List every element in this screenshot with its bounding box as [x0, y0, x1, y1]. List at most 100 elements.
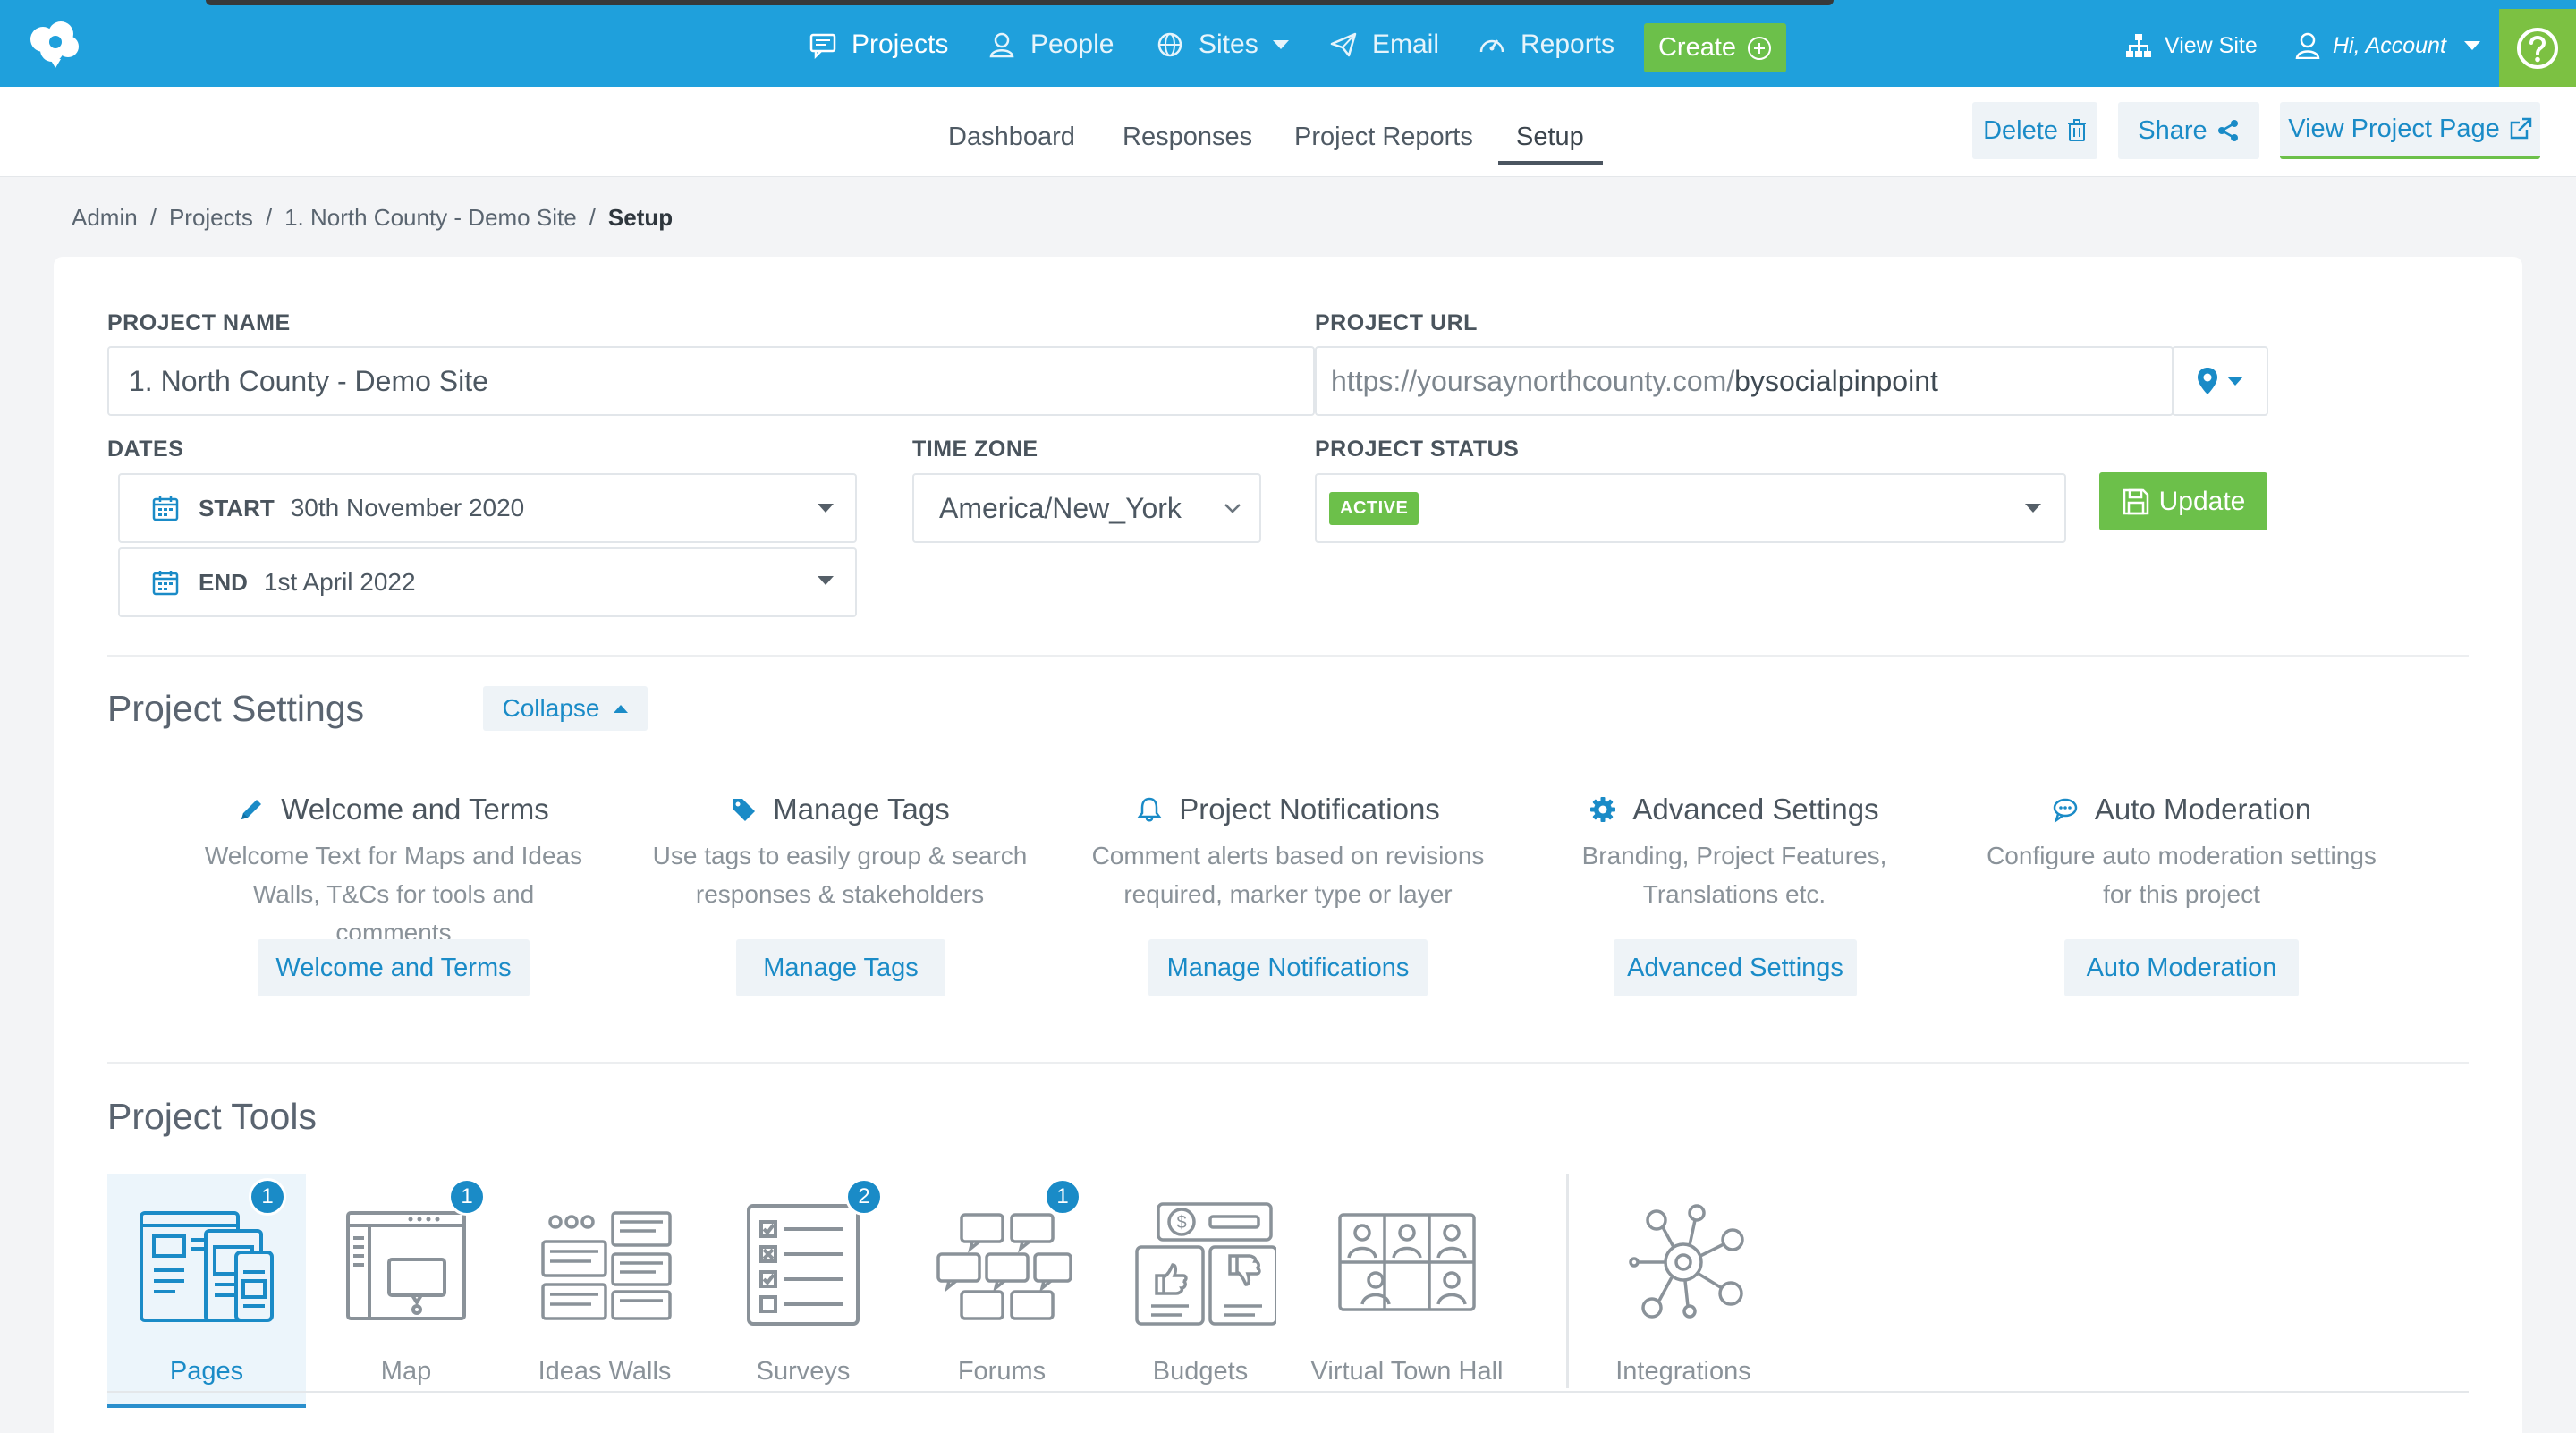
nav-email-label: Email	[1372, 30, 1440, 59]
url-prefix: https://yoursaynorthcounty.com/	[1331, 364, 1735, 397]
tool-ideas-walls[interactable]: Ideas Walls	[505, 1174, 704, 1408]
tab-dashboard[interactable]: Dashboard	[948, 123, 1075, 152]
integrations-network-icon	[1629, 1204, 1744, 1319]
share-icon	[2217, 120, 2238, 141]
nav-email[interactable]: Email	[1329, 25, 1439, 64]
url-location-dropdown[interactable]	[2172, 346, 2268, 416]
help-button[interactable]	[2499, 9, 2576, 87]
setting-desc: for this project	[2103, 880, 2260, 908]
tool-label: Map	[380, 1357, 432, 1386]
pages-icon	[140, 1211, 274, 1322]
pencil-icon	[242, 800, 262, 819]
nav-reports[interactable]: Reports	[1478, 25, 1614, 64]
ideas-wall-icon	[541, 1211, 672, 1320]
chevron-down-icon	[2463, 41, 2480, 50]
nav-projects-label: Projects	[852, 30, 949, 59]
tool-label: Ideas Walls	[538, 1357, 672, 1386]
paper-plane-icon	[1330, 32, 1357, 57]
breadcrumb-separator: /	[589, 204, 596, 231]
breadcrumb-projects[interactable]: Projects	[169, 204, 253, 232]
tools-divider	[1566, 1174, 1569, 1388]
tool-label: Integrations	[1615, 1357, 1751, 1386]
collapse-button[interactable]: Collapse	[483, 686, 648, 731]
timezone-label: TIME ZONE	[912, 437, 1038, 462]
bell-icon	[1137, 797, 1162, 822]
project-url-label: PROJECT URL	[1315, 310, 1478, 335]
tool-forums[interactable]: 1 Forums	[902, 1174, 1101, 1408]
caret-up-icon	[614, 704, 629, 713]
timezone-select[interactable]: America/New_York	[912, 473, 1261, 543]
tool-virtual-town-hall[interactable]: Virtual Town Hall	[1300, 1174, 1514, 1408]
setting-advanced: Advanced Settings Branding, Project Feat…	[1538, 792, 1931, 913]
tool-budgets[interactable]: $ Budgets	[1101, 1174, 1300, 1408]
url-slug: bysocialpinpoint	[1734, 364, 1938, 397]
start-date-picker[interactable]: START 30th November 2020	[118, 473, 857, 543]
chat-icon	[2053, 798, 2078, 823]
video-grid-icon	[1338, 1213, 1476, 1311]
view-project-page-button[interactable]: View Project Page	[2280, 102, 2540, 159]
view-project-label: View Project Page	[2288, 114, 2500, 143]
project-url-input[interactable]: https://yoursaynorthcounty.com/bysocialp…	[1315, 346, 2174, 416]
budget-icon: $	[1135, 1202, 1276, 1326]
tab-responses[interactable]: Responses	[1123, 123, 1252, 152]
breadcrumb: Admin / Projects / 1. North County - Demo …	[72, 204, 673, 232]
end-label: END	[199, 568, 248, 596]
view-site-link[interactable]: View Site	[2125, 32, 2258, 59]
calendar-icon	[152, 571, 179, 596]
nav-people[interactable]: People	[987, 25, 1114, 64]
project-status-label: PROJECT STATUS	[1315, 437, 1520, 462]
welcome-terms-button[interactable]: Welcome and Terms	[258, 939, 530, 996]
manage-tags-button[interactable]: Manage Tags	[736, 939, 945, 996]
tool-map[interactable]: 1 Map	[307, 1174, 505, 1408]
chevron-down-icon	[1224, 504, 1241, 513]
brand-logo-icon[interactable]	[25, 20, 84, 68]
delete-button[interactable]: Delete	[1972, 102, 2097, 159]
setting-desc: Branding, Project Features,	[1581, 842, 1887, 869]
end-value: 1st April 2022	[263, 568, 416, 596]
setting-desc: required, marker type or layer	[1123, 880, 1453, 908]
update-label: Update	[2158, 486, 2246, 516]
nav-projects[interactable]: Projects	[809, 25, 948, 64]
update-button[interactable]: Update	[2099, 472, 2267, 530]
chevron-down-icon	[818, 504, 834, 513]
advanced-settings-button[interactable]: Advanced Settings	[1614, 939, 1857, 996]
project-status-select[interactable]: ACTIVE	[1315, 473, 2066, 543]
gear-icon	[1590, 797, 1616, 822]
chevron-down-icon	[2025, 504, 2041, 513]
auto-moderation-button[interactable]: Auto Moderation	[2064, 939, 2299, 996]
setting-desc: Comment alerts based on revisions	[1091, 842, 1485, 869]
setting-title: Manage Tags	[773, 793, 950, 826]
project-settings-title: Project Settings	[107, 688, 365, 729]
survey-checklist-icon	[747, 1204, 860, 1326]
share-button[interactable]: Share	[2118, 102, 2259, 159]
chat-bubble-icon	[809, 33, 836, 59]
tab-setup[interactable]: Setup	[1516, 123, 1584, 152]
tool-label: Forums	[957, 1357, 1046, 1386]
breadcrumb-separator: /	[265, 204, 273, 231]
tool-label: Virtual Town Hall	[1310, 1357, 1504, 1386]
setting-desc: responses & stakeholders	[695, 880, 985, 908]
project-name-input[interactable]: 1. North County - Demo Site	[107, 346, 1315, 416]
setting-desc: Translations etc.	[1642, 880, 1826, 908]
tab-project-reports[interactable]: Project Reports	[1294, 123, 1473, 152]
chevron-down-icon	[818, 576, 834, 585]
breadcrumb-admin[interactable]: Admin	[72, 204, 138, 232]
breadcrumb-project[interactable]: 1. North County - Demo Site	[284, 204, 577, 232]
manage-notifications-button[interactable]: Manage Notifications	[1148, 939, 1428, 996]
setting-desc: Configure auto moderation settings	[1987, 842, 2377, 869]
setting-title: Advanced Settings	[1632, 793, 1879, 826]
project-subnav: Dashboard Responses Project Reports Setu…	[0, 87, 2576, 177]
nav-sites[interactable]: Sites	[1156, 25, 1289, 64]
project-name-label: PROJECT NAME	[107, 310, 291, 335]
tool-pages[interactable]: 1 Pages	[107, 1174, 306, 1408]
tool-integrations[interactable]: Integrations	[1576, 1174, 1791, 1408]
account-menu[interactable]: Hi, Account	[2295, 32, 2480, 59]
svg-text:$: $	[1176, 1213, 1186, 1233]
external-link-icon	[2510, 117, 2531, 140]
globe-icon	[1157, 32, 1182, 57]
end-date-picker[interactable]: END 1st April 2022	[118, 547, 857, 617]
create-button[interactable]: Create	[1644, 23, 1786, 72]
setup-card: PROJECT NAME 1. North County - Demo Site…	[54, 257, 2522, 1433]
tool-surveys[interactable]: 2 Surveys	[704, 1174, 902, 1408]
badge-count: 1	[448, 1178, 486, 1216]
